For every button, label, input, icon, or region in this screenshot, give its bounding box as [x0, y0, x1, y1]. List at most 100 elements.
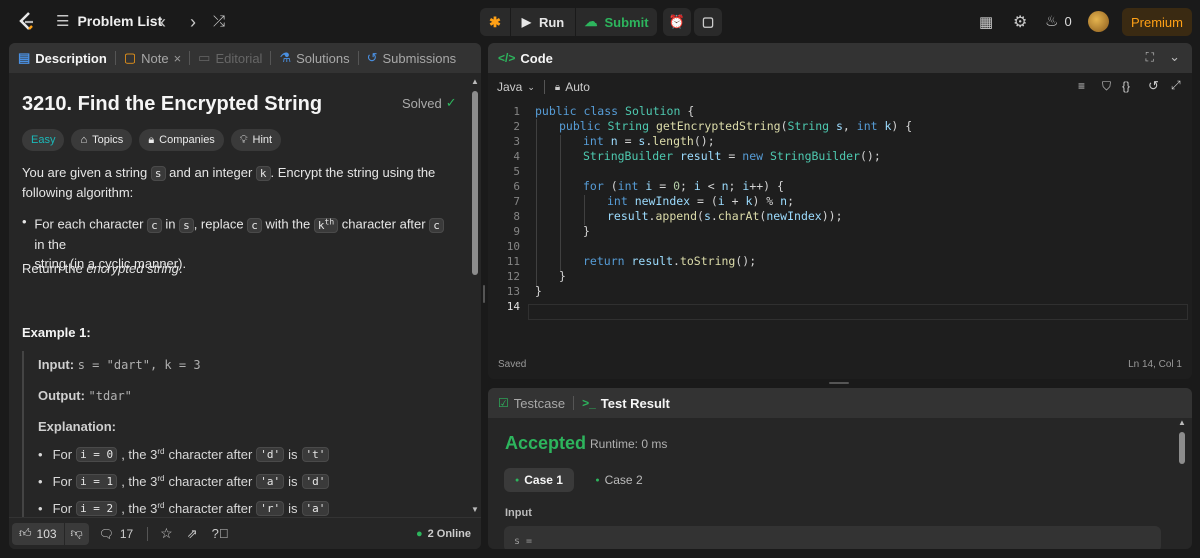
inline-code: c: [247, 217, 262, 233]
tab-description[interactable]: ▤ Description: [9, 43, 115, 73]
vertical-splitter[interactable]: [483, 285, 485, 303]
maximize-icon[interactable]: ⛶: [1146, 50, 1154, 65]
code-line-9: }: [583, 224, 590, 238]
line-number: 12: [506, 270, 520, 283]
braces-icon[interactable]: {}: [1122, 79, 1130, 93]
tab-test-result[interactable]: >_ Test Result: [574, 388, 678, 418]
case-1-tab[interactable]: ● Case 1: [504, 468, 574, 492]
hint-chip[interactable]: 💡︎ Hint: [230, 129, 282, 151]
panel-splitter[interactable]: [829, 382, 849, 384]
inline-code: 'd': [301, 474, 330, 489]
scroll-up-icon[interactable]: ▲: [1178, 418, 1186, 427]
solved-label: Solved: [402, 95, 442, 111]
run-button[interactable]: ▶ Run: [511, 8, 575, 36]
bookmark-icon[interactable]: ⛉: [1102, 79, 1111, 94]
code-line-4: StringBuilder result = new StringBuilder…: [583, 149, 881, 163]
tab-note[interactable]: ▢ Note ×: [116, 43, 189, 73]
layout-icon[interactable]: ▦: [979, 13, 993, 31]
tab-editorial[interactable]: ▭ Editorial: [190, 43, 270, 73]
timer-button[interactable]: ⏰: [663, 8, 691, 36]
scrollbar-thumb[interactable]: [472, 91, 478, 275]
text-span: For: [52, 474, 73, 489]
inline-code: s: [150, 166, 166, 181]
premium-button[interactable]: Premium: [1122, 8, 1192, 36]
code-panel: </> Code ⛶ ⌄ Java ⌄ 🔒︎ Auto ≡ ⛉ {} ↺ ⤢ 1…: [488, 43, 1192, 379]
description-panel: ▤ Description ▢ Note × ▭ Editorial ⚗ Sol…: [9, 43, 481, 549]
inline-code: i = 0: [76, 447, 118, 462]
description-footer: 👍︎ 103 👎︎ 🗨︎ 17 ☆ ⇗ ?⃝ ● 2 Online: [9, 517, 481, 549]
run-label: Run: [538, 14, 565, 30]
superscript: th: [324, 217, 335, 226]
language-label: Java: [497, 80, 523, 94]
text-span: in the: [34, 236, 67, 252]
code-line-8: result.append(s.charAt(newIndex));: [607, 209, 843, 223]
inline-code: 'd': [256, 447, 285, 462]
inline-code: s: [179, 217, 194, 233]
scrollbar-thumb[interactable]: [1179, 432, 1185, 464]
problem-list-button[interactable]: ☰ Problem List: [56, 7, 162, 35]
notes-button[interactable]: ▢: [694, 8, 722, 36]
comments-button[interactable]: 🗨︎ 17: [99, 527, 134, 541]
result-scrollbar[interactable]: ▲: [1178, 418, 1186, 549]
input-value: s = "dart", k = 3: [77, 358, 201, 372]
tab-testcase-label: Testcase: [513, 395, 566, 411]
problem-list-label: Problem List: [77, 13, 163, 29]
topics-chip[interactable]: ⌂ Topics: [71, 129, 133, 151]
tab-description-label: Description: [35, 50, 107, 66]
line-number: 8: [513, 210, 520, 223]
scroll-down-icon[interactable]: ▼: [471, 505, 479, 514]
star-icon[interactable]: ☆: [160, 525, 173, 542]
line-number: 6: [513, 180, 520, 193]
auto-mode-toggle[interactable]: 🔒︎ Auto: [555, 80, 590, 94]
case-2-tab[interactable]: ● Case 2: [584, 468, 654, 492]
share-icon[interactable]: ⇗: [187, 526, 198, 542]
code-line-11: return result.toString();: [583, 254, 757, 268]
output-value: "tdar": [88, 389, 132, 403]
line-number: 5: [513, 165, 520, 178]
play-icon: ▶: [521, 15, 531, 29]
code-line-13: }: [535, 284, 542, 298]
fullscreen-icon[interactable]: ⤢: [1171, 78, 1181, 93]
inline-code: i = 2: [76, 501, 118, 516]
companies-chip[interactable]: 🔒︎ Companies: [139, 129, 224, 151]
description-scrollbar[interactable]: ▲ ▼: [471, 77, 479, 517]
debug-button[interactable]: ✱: [480, 8, 510, 36]
tab-solutions[interactable]: ⚗ Solutions: [271, 43, 357, 73]
input-label: Input:: [38, 357, 75, 372]
saved-status: Saved: [498, 359, 527, 370]
close-icon[interactable]: ×: [174, 51, 182, 66]
terminal-icon: >_: [582, 396, 596, 410]
tag-chips: Easy ⌂ Topics 🔒︎ Companies 💡︎ Hint: [22, 129, 282, 151]
cloud-upload-icon: ☁: [584, 14, 598, 29]
like-button[interactable]: 👍︎ 103: [12, 522, 64, 545]
leetcode-logo[interactable]: [16, 11, 38, 33]
avatar[interactable]: [1088, 11, 1109, 32]
format-icon[interactable]: ≡: [1078, 79, 1085, 93]
next-problem-icon[interactable]: ›: [190, 12, 196, 33]
code-line-2: public String getEncryptedString(String …: [559, 119, 913, 133]
streak-counter[interactable]: ♨ 0: [1045, 12, 1072, 30]
dislike-button[interactable]: 👎︎: [64, 522, 89, 545]
text-span: is: [288, 501, 298, 516]
tab-testcase[interactable]: ☑ Testcase: [488, 388, 573, 418]
code-editor[interactable]: 1 2 3 4 5 6 7 8 9 10 11 12 13 14 public class Solutio…: [488, 104, 1192, 354]
bullet-dot: •: [38, 447, 43, 462]
prev-problem-icon[interactable]: ‹: [160, 12, 166, 33]
submit-button[interactable]: ☁ Submit: [576, 8, 657, 36]
help-icon[interactable]: ?⃝: [212, 526, 229, 541]
document-icon: ▤: [18, 50, 31, 65]
inline-code: 't': [301, 447, 330, 462]
indent-guide: [536, 119, 537, 287]
description-paragraph: You are given a string s and an integer …: [22, 163, 457, 202]
reset-icon[interactable]: ↺: [1148, 78, 1159, 94]
online-indicator: ● 2 Online: [416, 528, 471, 540]
text-span: character after: [168, 474, 253, 489]
scroll-up-icon[interactable]: ▲: [471, 77, 479, 86]
text-span: character after: [341, 216, 426, 232]
text-span: .: [178, 261, 183, 276]
language-select[interactable]: Java ⌄: [497, 80, 535, 94]
collapse-icon[interactable]: ⌄: [1169, 49, 1180, 65]
tab-submissions[interactable]: ↺ Submissions: [359, 43, 465, 73]
shuffle-icon[interactable]: ⤮: [213, 13, 225, 30]
settings-gear-icon[interactable]: ⚙: [1013, 12, 1027, 32]
